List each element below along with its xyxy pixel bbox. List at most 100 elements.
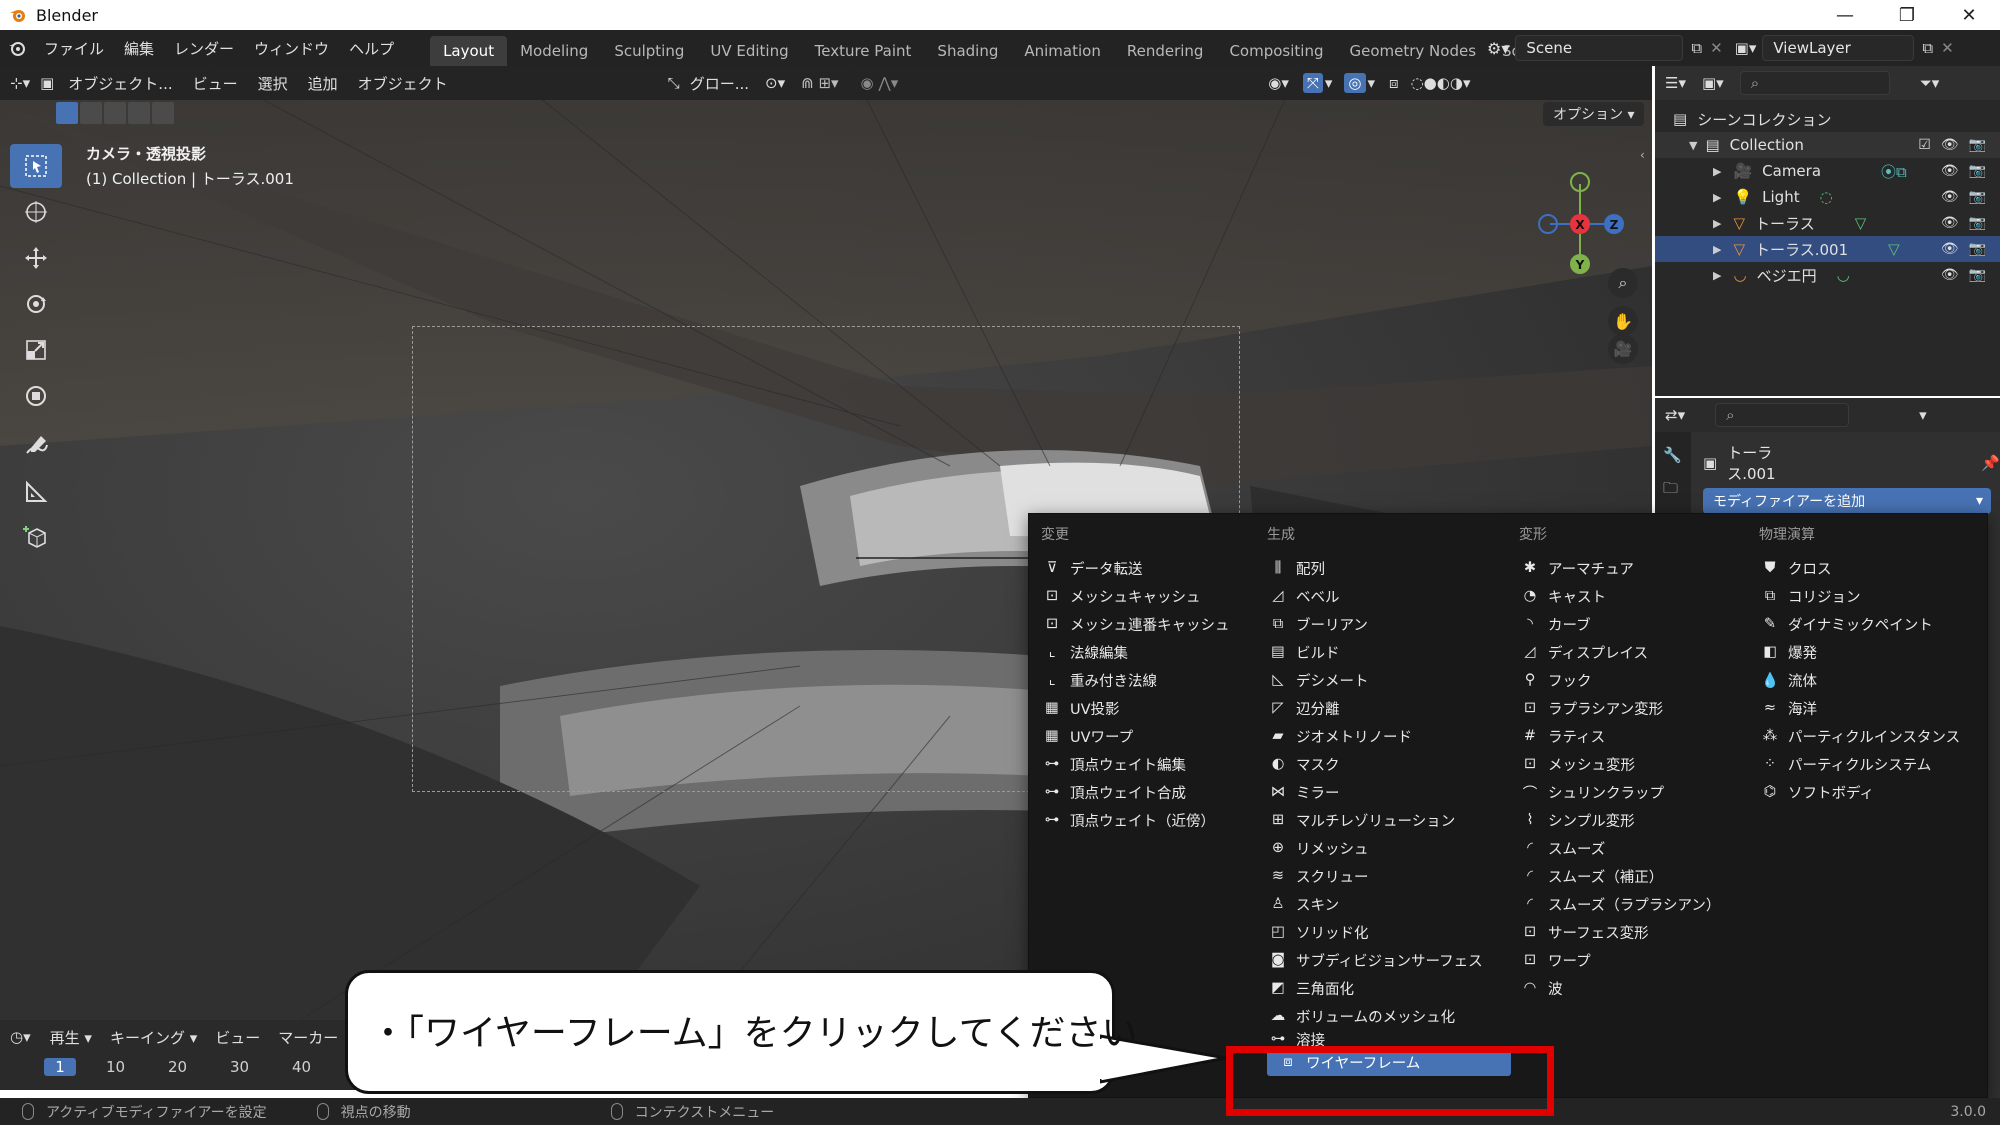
tab-uv-editing[interactable]: UV Editing: [697, 36, 801, 66]
transform-tool-icon[interactable]: [10, 374, 62, 418]
visibility-icon[interactable]: ◉▾: [1268, 74, 1289, 92]
menu-select[interactable]: 選択: [248, 73, 298, 94]
outliner-item-camera[interactable]: ▶ 🎥 Camera ⦿⧉ 👁 📷: [1655, 158, 2000, 184]
blender-menu-icon[interactable]: [0, 30, 34, 66]
scene-collection-row[interactable]: ▤ シーンコレクション: [1655, 106, 2000, 132]
menu-item-mesh-deform[interactable]: ⊡ メッシュ変形: [1509, 750, 1749, 778]
tab-sculpting[interactable]: Sculpting: [601, 36, 697, 66]
menu-item-vertex-weight-proximity[interactable]: ⊶ 頂点ウェイト（近傍）: [1031, 806, 1259, 834]
timeline-playback-menu[interactable]: 再生 ▾: [41, 1027, 101, 1048]
tab-animation[interactable]: Animation: [1011, 36, 1113, 66]
pan-hand-icon[interactable]: ✋: [1608, 306, 1638, 336]
camera-render-icon[interactable]: 📷: [1969, 241, 1986, 257]
menu-item-particle-system[interactable]: ⁘ パーティクルシステム: [1749, 750, 1987, 778]
outliner-editor-icon[interactable]: ☰▾: [1665, 74, 1686, 92]
move-tool-icon[interactable]: [10, 236, 62, 280]
tool-tab-icon[interactable]: 🔧: [1655, 432, 1691, 464]
outliner-item-bezier-circle[interactable]: ▶ ◡ ベジエ円 ◡ 👁 📷: [1655, 262, 2000, 288]
delete-view-layer-icon[interactable]: ✕: [1941, 39, 1954, 57]
menu-item-smooth-corrective[interactable]: ◜ スムーズ（補正）: [1509, 862, 1749, 890]
expand-arrow-icon[interactable]: ▶: [1713, 269, 1721, 282]
menu-item-build[interactable]: ▤ ビルド: [1257, 638, 1517, 666]
menu-item-data-transfer[interactable]: ⊽ データ転送: [1031, 554, 1259, 582]
new-scene-icon[interactable]: ⧉: [1691, 39, 1702, 57]
camera-render-icon[interactable]: 📷: [1969, 163, 1986, 179]
menu-item-simple-deform[interactable]: ⌇ シンプル変形: [1509, 806, 1749, 834]
properties-dropdown-icon[interactable]: ▾: [1919, 406, 1927, 424]
pin-icon[interactable]: 📌: [1981, 454, 2000, 472]
object-mode-icon[interactable]: ▣: [40, 74, 58, 92]
select-intersect-icon[interactable]: [152, 102, 174, 124]
filter-icon[interactable]: ⏷▾: [1920, 74, 1940, 92]
tab-compositing[interactable]: Compositing: [1216, 36, 1336, 66]
view-layer-field[interactable]: ViewLayer: [1762, 35, 1915, 61]
zoom-icon[interactable]: ⌕: [1608, 268, 1638, 298]
menu-item-solidify[interactable]: ◰ ソリッド化: [1257, 918, 1517, 946]
select-box-tool-icon[interactable]: [10, 144, 62, 188]
menu-item-wave[interactable]: ◠ 波: [1509, 974, 1749, 1002]
menu-item-fluid[interactable]: 💧 流体: [1749, 666, 1987, 694]
expand-arrow-icon[interactable]: ▼: [1689, 139, 1697, 152]
camera-render-icon[interactable]: 📷: [1969, 267, 1986, 283]
camera-view-icon[interactable]: 🎥: [1608, 334, 1638, 364]
menu-add[interactable]: 追加: [298, 73, 348, 94]
transform-orientation-icon[interactable]: ⤡: [668, 74, 680, 92]
maximize-button[interactable]: ❐: [1876, 0, 1938, 30]
view-layer-icon[interactable]: ▣▾: [1735, 39, 1757, 57]
menu-file[interactable]: ファイル: [34, 30, 114, 66]
collection-row[interactable]: ▼ ▤ Collection ☑ 👁 📷: [1655, 132, 2000, 158]
menu-item-mesh-cache[interactable]: ⊡ メッシュキャッシュ: [1031, 582, 1259, 610]
rotate-tool-icon[interactable]: [10, 282, 62, 326]
checkbox-icon[interactable]: ☑: [1918, 137, 1931, 153]
tab-texture-paint[interactable]: Texture Paint: [802, 36, 925, 66]
outliner-item-light[interactable]: ▶ 💡 Light ◌ 👁 📷: [1655, 184, 2000, 210]
menu-item-decimate[interactable]: ◺ デシメート: [1257, 666, 1517, 694]
menu-item-surface-deform[interactable]: ⊡ サーフェス変形: [1509, 918, 1749, 946]
expand-arrow-icon[interactable]: ▶: [1713, 243, 1721, 256]
menu-item-explode[interactable]: ◧ 爆発: [1749, 638, 1987, 666]
menu-item-smooth-laplacian[interactable]: ◜ スムーズ（ラプラシアン）: [1509, 890, 1749, 918]
mode-dropdown[interactable]: オブジェクト...: [58, 73, 182, 94]
menu-item-weighted-normal[interactable]: ⌞ 重み付き法線: [1031, 666, 1259, 694]
minimize-button[interactable]: —: [1814, 0, 1876, 30]
menu-item-particle-instance[interactable]: ⁂ パーティクルインスタンス: [1749, 722, 1987, 750]
menu-item-soft-body[interactable]: ⌬ ソフトボディ: [1749, 778, 1987, 806]
camera-render-icon[interactable]: 📷: [1969, 215, 1986, 231]
menu-item-array[interactable]: ⫼ 配列: [1257, 554, 1517, 582]
cursor-tool-icon[interactable]: [10, 190, 62, 234]
eye-icon[interactable]: 👁: [1941, 189, 1959, 205]
camera-render-icon[interactable]: 📷: [1969, 137, 1986, 153]
render-tab-icon[interactable]: 🗀: [1655, 464, 1691, 503]
select-new-icon[interactable]: [56, 102, 78, 124]
properties-editor-icon[interactable]: ⇄▾: [1665, 406, 1685, 424]
tab-rendering[interactable]: Rendering: [1114, 36, 1217, 66]
expand-arrow-icon[interactable]: ▶: [1713, 217, 1721, 230]
eye-icon[interactable]: 👁: [1941, 137, 1959, 153]
eye-icon[interactable]: 👁: [1941, 267, 1959, 283]
overlay-toggle-icon[interactable]: ◎: [1344, 73, 1366, 93]
outliner-search-input[interactable]: ⌕: [1739, 71, 1890, 95]
menu-item-uv-warp[interactable]: ▦ UVワープ: [1031, 722, 1259, 750]
menu-item-mirror[interactable]: ⋈ ミラー: [1257, 778, 1517, 806]
frame-ruler[interactable]: 1 10 20 30 40: [44, 1058, 354, 1076]
shading-modes-icon[interactable]: ◌●◐◑▾: [1411, 74, 1471, 92]
menu-help[interactable]: ヘルプ: [339, 30, 404, 66]
timeline-view-menu[interactable]: ビュー: [206, 1027, 269, 1048]
eye-icon[interactable]: 👁: [1941, 215, 1959, 231]
menu-item-cast[interactable]: ◔ キャスト: [1509, 582, 1749, 610]
menu-item-skin[interactable]: ♙ スキン: [1257, 890, 1517, 918]
menu-item-remesh[interactable]: ⊕ リメッシュ: [1257, 834, 1517, 862]
outliner-item-torus[interactable]: ▶ ▽ トーラス ▽ 👁 📷: [1655, 210, 2000, 236]
menu-item-edge-split[interactable]: ◸ 辺分離: [1257, 694, 1517, 722]
scale-tool-icon[interactable]: [10, 328, 62, 372]
snap-icon[interactable]: ⋒ ⊞▾: [801, 74, 838, 92]
eye-icon[interactable]: 👁: [1941, 241, 1959, 257]
menu-item-cloth[interactable]: ⛊ クロス: [1749, 554, 1987, 582]
menu-item-multiresolution[interactable]: ⊞ マルチレゾリューション: [1257, 806, 1517, 834]
current-frame-indicator[interactable]: 1: [44, 1058, 76, 1076]
expand-arrow-icon[interactable]: ▶: [1713, 191, 1721, 204]
menu-item-volume-to-mesh[interactable]: ☁ ボリュームのメッシュ化: [1257, 1002, 1517, 1030]
proportional-edit-icon[interactable]: ◉ ⋀▾: [861, 74, 899, 92]
menu-item-boolean[interactable]: ⧉ ブーリアン: [1257, 610, 1517, 638]
menu-item-bevel[interactable]: ◿ ベベル: [1257, 582, 1517, 610]
